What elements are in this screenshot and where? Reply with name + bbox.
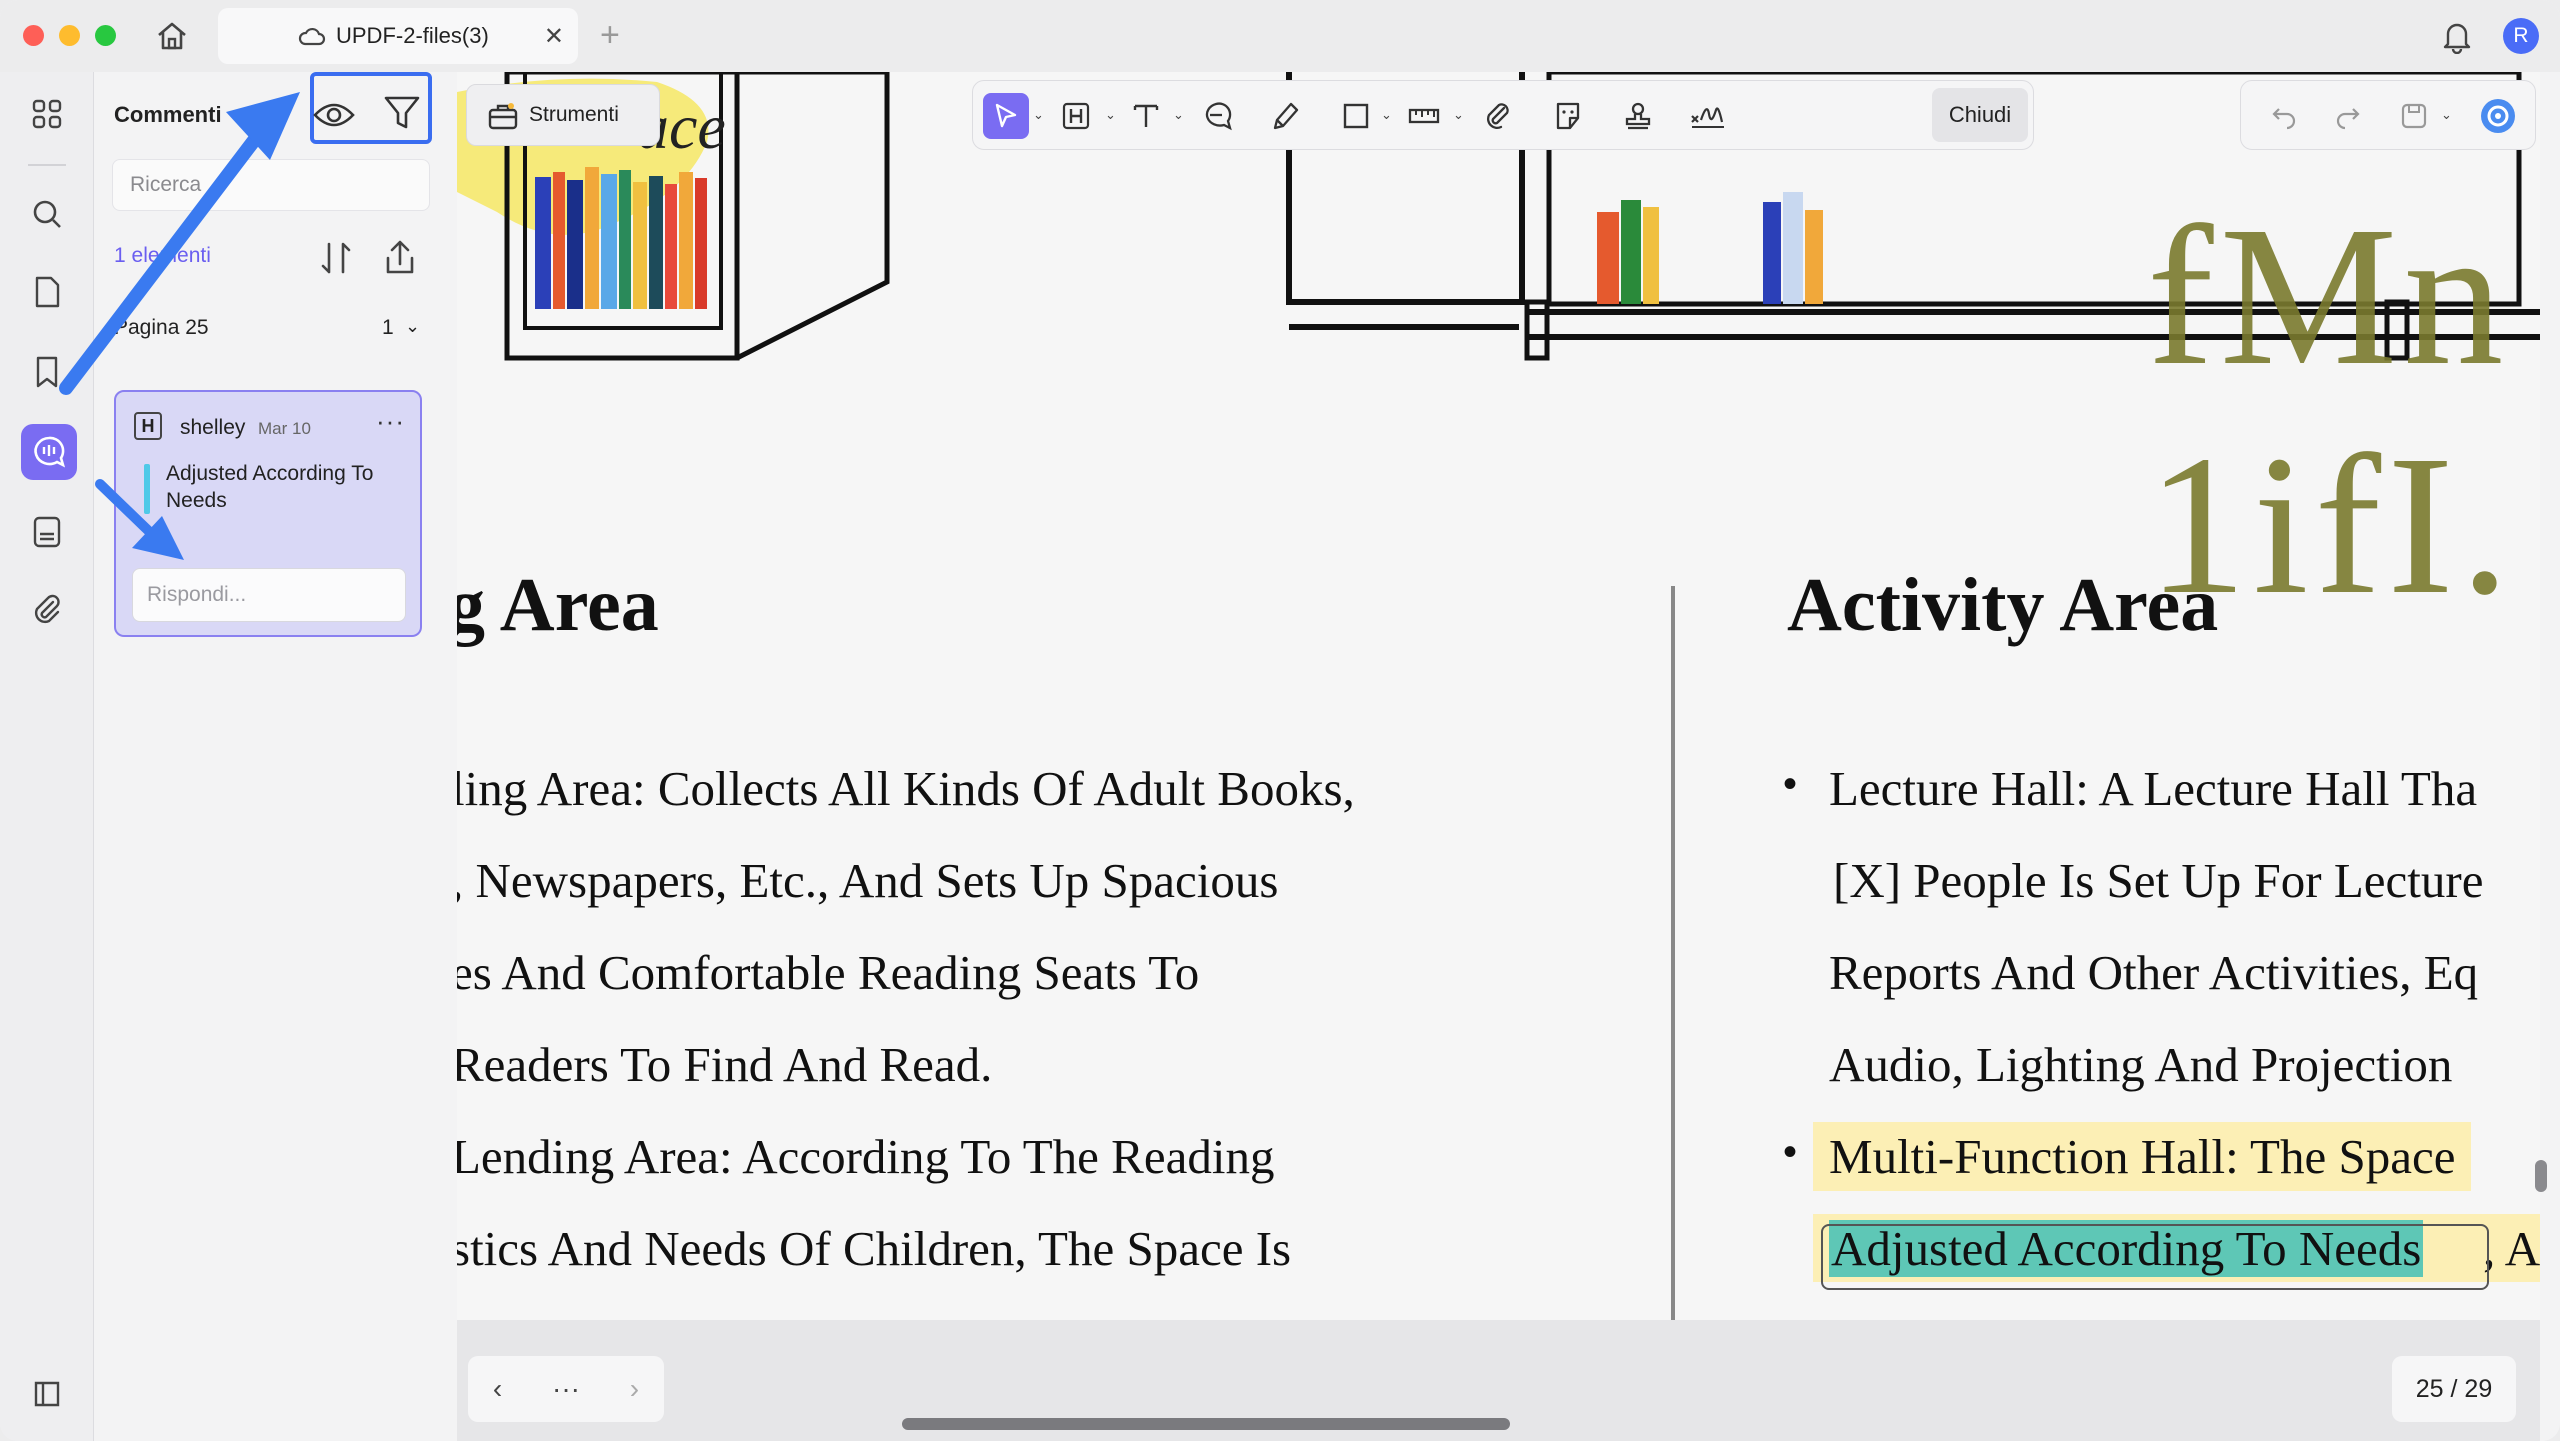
export-icon[interactable]: [380, 238, 420, 283]
highlight-color-bar: [144, 464, 150, 514]
vertical-scroll-thumb[interactable]: [2535, 1160, 2547, 1192]
pages-icon[interactable]: [25, 270, 69, 314]
sidebar-toggle-icon[interactable]: [25, 1372, 69, 1416]
comment-card[interactable]: H shelley Mar 10 ··· Adjusted According …: [114, 390, 422, 637]
comment-date: Mar 10: [258, 419, 311, 438]
highlight-type-icon: H: [134, 412, 162, 440]
selected-annotation-box[interactable]: [1821, 1224, 2489, 1290]
minimize-window-button[interactable]: [59, 25, 80, 46]
next-page-button[interactable]: ›: [630, 1373, 639, 1405]
measure-tool-icon[interactable]: [1401, 93, 1447, 139]
search-input[interactable]: Ricerca: [112, 159, 430, 211]
page-group-label[interactable]: Pagina 25: [114, 316, 209, 340]
comments-icon[interactable]: [21, 424, 77, 480]
tab-title: UPDF-2-files(3): [336, 23, 489, 48]
comment-text: Adjusted According To Needs: [166, 462, 374, 512]
more-options-icon[interactable]: ···: [376, 406, 405, 437]
previous-page-button[interactable]: ‹: [493, 1373, 502, 1405]
chevron-down-icon[interactable]: ⌄: [1173, 107, 1184, 123]
sticker-tool-icon[interactable]: [1545, 93, 1591, 139]
bullet: •: [1783, 1130, 1798, 1174]
chevron-down-icon[interactable]: ⌄: [1381, 107, 1392, 123]
tools-label: Strumenti: [529, 103, 619, 126]
ai-assistant-icon[interactable]: [2475, 93, 2521, 139]
left-rail: [0, 72, 94, 1441]
chevron-down-icon[interactable]: ⌄: [2441, 107, 2452, 123]
chevron-down-icon[interactable]: ⌄: [405, 316, 420, 337]
cloud-icon: [298, 26, 326, 52]
more-options-button[interactable]: ···: [552, 1373, 580, 1405]
title-bar: UPDF-2-files(3) ✕ + R: [0, 0, 2560, 72]
elements-count: 1 elementi: [114, 244, 211, 267]
panel-title: Commenti: [114, 102, 222, 127]
right-line-2: [X] People Is Set Up For Lecture: [1833, 853, 2484, 908]
close-toolbar-button[interactable]: Chiudi: [1932, 88, 2028, 142]
new-tab-button[interactable]: +: [600, 16, 620, 55]
chevron-down-icon[interactable]: ⌄: [1453, 107, 1464, 123]
right-line-1: Lecture Hall: A Lecture Hall Tha: [1829, 761, 2478, 816]
close-window-button[interactable]: [23, 25, 44, 46]
attachment-tool-icon[interactable]: [1475, 93, 1521, 139]
left-line-3: es And Comfortable Reading Seats To: [457, 945, 1200, 1000]
filter-icon[interactable]: [382, 93, 422, 138]
attachment-icon[interactable]: [25, 588, 69, 632]
thumbnails-icon[interactable]: [25, 92, 69, 136]
left-line-2: , Newspapers, Etc., And Sets Up Spacious: [457, 853, 1279, 908]
reply-input[interactable]: Rispondi...: [132, 568, 406, 622]
text-tool-icon[interactable]: [1123, 93, 1169, 139]
bell-icon[interactable]: [2440, 18, 2474, 59]
chevron-down-icon[interactable]: ⌄: [1105, 107, 1116, 123]
comment-tool-icon[interactable]: [1193, 93, 1239, 139]
page-indicator[interactable]: 25 / 29: [2392, 1356, 2516, 1422]
left-line-5: Lending Area: According To The Reading: [457, 1129, 1275, 1184]
pencil-tool-icon[interactable]: [1263, 93, 1309, 139]
save-icon[interactable]: [2391, 93, 2437, 139]
document-canvas[interactable]: ace fMn 1ifI. g Area Activity Area ling …: [457, 72, 2540, 1320]
highlight-tool-icon[interactable]: [1053, 93, 1099, 139]
avatar[interactable]: R: [2503, 18, 2539, 54]
right-line-3: Reports And Other Activities, Eq: [1829, 945, 2479, 1000]
left-line-6: stics And Needs Of Children, The Space I…: [457, 1221, 1292, 1276]
vertical-scrollbar[interactable]: [2540, 72, 2560, 1441]
undo-icon[interactable]: [2261, 93, 2307, 139]
page-navigation: ‹ ··· ›: [468, 1356, 664, 1422]
left-line-4: Readers To Find And Read.: [457, 1037, 993, 1092]
bullet: •: [1783, 762, 1798, 806]
toolbox-icon: [487, 101, 519, 137]
right-line-6-tail: , A: [2483, 1221, 2540, 1276]
home-icon[interactable]: [152, 18, 192, 54]
chevron-down-icon[interactable]: ⌄: [1033, 107, 1044, 123]
heading-right: Activity Area: [1787, 563, 2219, 647]
tools-button[interactable]: Strumenti: [466, 84, 660, 146]
right-line-4: Audio, Lighting And Projection: [1829, 1037, 2453, 1092]
bookmark-icon[interactable]: [25, 350, 69, 394]
stamp-tool-icon[interactable]: [1615, 93, 1661, 139]
heading-left: g Area: [457, 563, 659, 647]
page-group-count: 1: [382, 316, 394, 339]
forms-icon[interactable]: [25, 510, 69, 554]
eye-icon[interactable]: [312, 95, 356, 140]
left-line-1: ling Area: Collects All Kinds Of Adult B…: [457, 761, 1355, 816]
signature-tool-icon[interactable]: [1685, 93, 1731, 139]
sort-icon[interactable]: [318, 240, 354, 281]
zoom-window-button[interactable]: [95, 25, 116, 46]
right-toolbar: ⌄: [2240, 80, 2536, 150]
comment-author: shelley: [180, 416, 246, 439]
horizontal-scroll-thumb[interactable]: [902, 1418, 1510, 1430]
redo-icon[interactable]: [2325, 93, 2371, 139]
annotation-toolbar: ⌄ ⌄ ⌄ ⌄ ⌄: [972, 80, 2034, 150]
tab-document[interactable]: UPDF-2-files(3) ✕: [218, 8, 578, 64]
search-icon[interactable]: [25, 192, 69, 236]
right-line-5-highlighted[interactable]: Multi-Function Hall: The Space: [1813, 1122, 2472, 1191]
column-divider: [1671, 586, 1675, 1320]
select-tool-icon[interactable]: [983, 93, 1029, 139]
rail-divider: [28, 164, 66, 166]
close-tab-icon[interactable]: ✕: [544, 22, 564, 51]
app-window: UPDF-2-files(3) ✕ + R Commenti Ricerca 1…: [0, 0, 2560, 1441]
shape-tool-icon[interactable]: [1333, 93, 1379, 139]
